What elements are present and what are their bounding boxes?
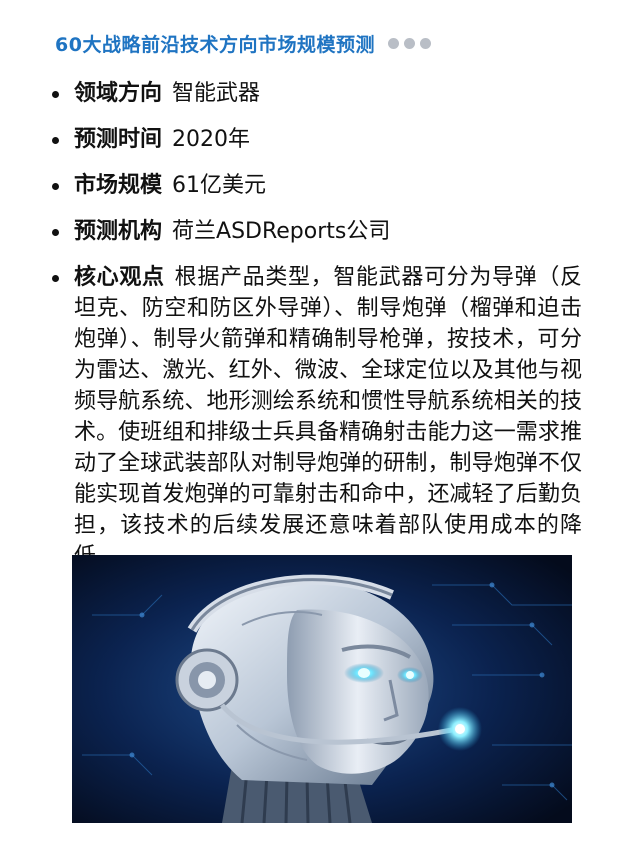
dot-icon (403, 37, 415, 49)
item-value: 根据产品类型，智能武器可分为导弹（反坦克、防空和防区外导弹）、制导炮弹（榴弹和迫… (74, 265, 582, 569)
bullet-icon (52, 91, 59, 98)
item-label: 市场规模 (74, 173, 163, 198)
list-item-agency: 预测机构 荷兰ASDReports公司 (50, 216, 582, 248)
section-header: 60大战略前沿技术方向市场规模预测 (55, 28, 431, 58)
decorative-dots (383, 37, 431, 49)
list-item-domain: 领域方向 智能武器 (50, 78, 582, 110)
bullet-icon (52, 229, 59, 236)
bullet-icon (52, 183, 59, 190)
article-page: 60大战略前沿技术方向市场规模预测 领域方向 智能武器 预测时间 2020年 市场规… (0, 0, 640, 853)
item-value: 61亿美元 (172, 173, 267, 198)
item-value: 荷兰ASDReports公司 (172, 219, 391, 244)
section-title: 60大战略前沿技术方向市场规模预测 (55, 33, 375, 56)
robot-illustration (72, 555, 572, 823)
dot-icon (387, 37, 399, 49)
dot-icon (419, 37, 431, 49)
list-item-market-size: 市场规模 61亿美元 (50, 170, 582, 202)
robot-head-icon (72, 555, 572, 823)
bullet-icon (52, 275, 59, 282)
list-item-core-view: 核心观点 根据产品类型，智能武器可分为导弹（反坦克、防空和防区外导弹）、制导炮弹（… (50, 262, 582, 572)
item-value: 智能武器 (172, 81, 261, 106)
item-label: 预测时间 (74, 127, 163, 152)
item-label: 核心观点 (74, 265, 165, 290)
item-label: 领域方向 (74, 81, 163, 106)
item-label: 预测机构 (74, 219, 163, 244)
bullet-icon (52, 137, 59, 144)
item-value: 2020年 (172, 127, 251, 152)
info-list: 领域方向 智能武器 预测时间 2020年 市场规模 61亿美元 预测机构 荷兰ASDRe… (50, 78, 582, 586)
list-item-forecast-time: 预测时间 2020年 (50, 124, 582, 156)
